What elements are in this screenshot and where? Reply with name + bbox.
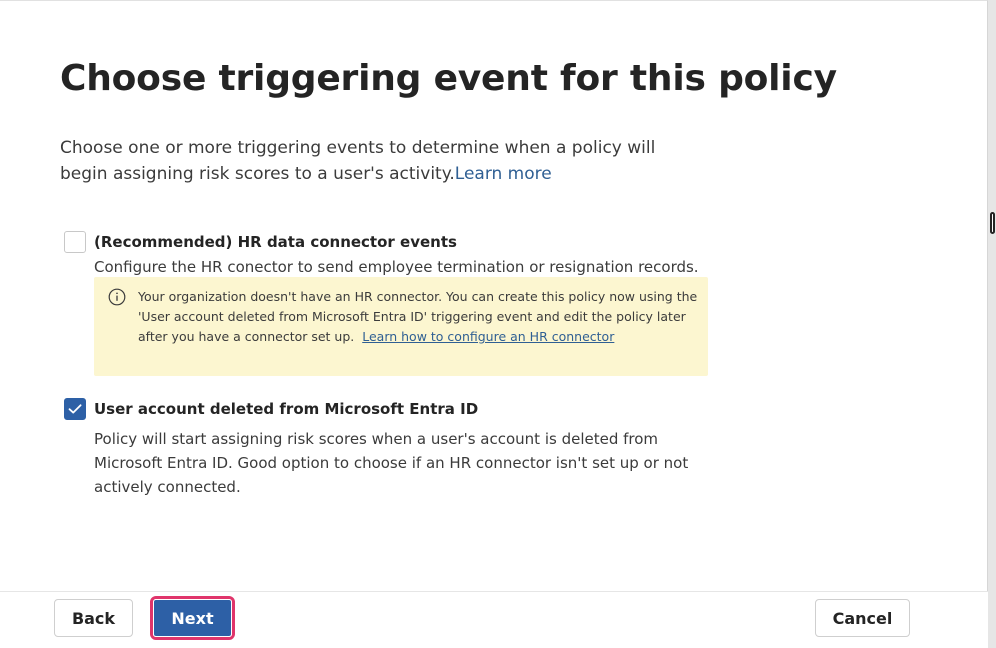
hr-connector-checkbox[interactable] — [64, 231, 86, 253]
checkmark-icon — [68, 404, 82, 414]
hr-connector-option-description: Configure the HR conector to send employ… — [94, 258, 699, 276]
resize-handle[interactable] — [990, 212, 995, 234]
back-button[interactable]: Back — [54, 599, 133, 637]
wizard-footer: Back Next Cancel — [0, 591, 988, 648]
warning-text: Your organization doesn't have an HR con… — [138, 287, 698, 347]
entra-account-deleted-checkbox[interactable] — [64, 398, 86, 420]
cancel-button[interactable]: Cancel — [815, 599, 910, 637]
configure-hr-connector-link[interactable]: Learn how to configure an HR connector — [362, 329, 614, 344]
entra-account-deleted-option-title: User account deleted from Microsoft Entr… — [94, 400, 479, 418]
learn-more-link[interactable]: Learn more — [455, 164, 552, 184]
intro-body: Choose one or more triggering events to … — [60, 138, 656, 184]
hr-connector-option-title: (Recommended) HR data connector events — [94, 233, 457, 251]
entra-account-deleted-option-description: Policy will start assigning risk scores … — [94, 430, 689, 496]
next-button-highlight: Next — [150, 596, 235, 640]
info-icon — [108, 288, 126, 306]
hr-connector-warning: Your organization doesn't have an HR con… — [94, 277, 708, 376]
intro-text: Choose one or more triggering events to … — [60, 135, 700, 187]
policy-wizard-panel: Choose triggering event for this policy … — [0, 0, 988, 648]
next-button[interactable]: Next — [153, 599, 232, 637]
page-title: Choose triggering event for this policy — [60, 58, 837, 99]
